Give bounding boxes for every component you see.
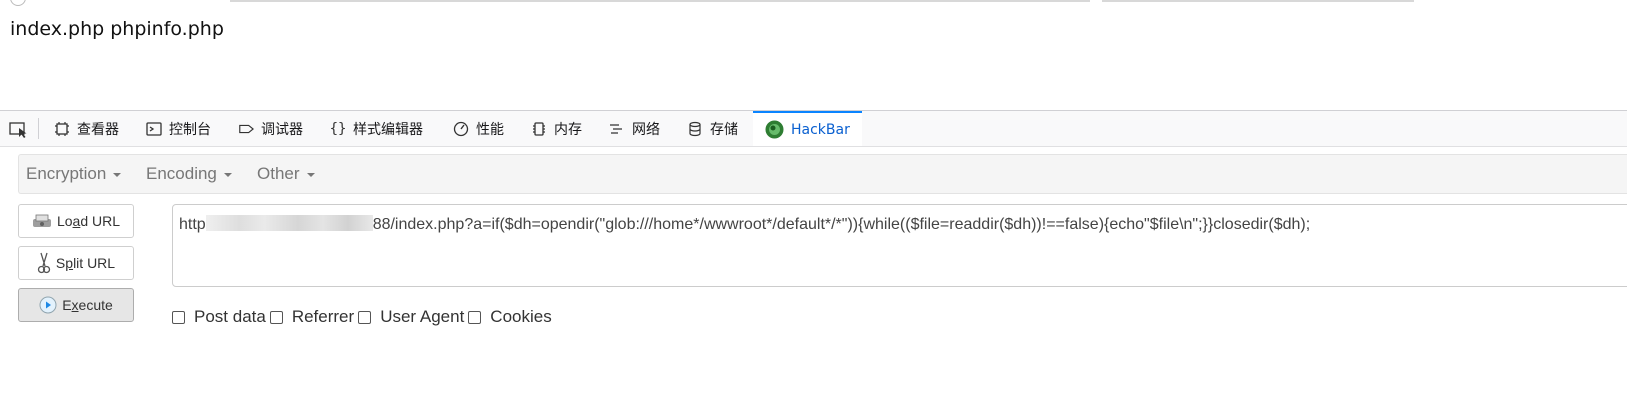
storage-icon bbox=[687, 121, 703, 137]
tab-console-label: 控制台 bbox=[169, 121, 211, 138]
element-picker-icon[interactable] bbox=[8, 120, 30, 138]
browser-top-strip bbox=[0, 0, 1627, 6]
user-agent-checkbox[interactable] bbox=[358, 310, 372, 324]
option-post-data[interactable]: Post data bbox=[172, 307, 266, 327]
cookies-checkbox[interactable] bbox=[468, 310, 482, 324]
performance-icon bbox=[453, 121, 469, 137]
options-row: Post data Referrer User Agent Cookies bbox=[172, 307, 556, 327]
split-url-label: Split URL bbox=[55, 255, 116, 271]
menu-encryption-label: Encryption bbox=[26, 164, 107, 183]
tab-inspector-label: 查看器 bbox=[77, 121, 119, 138]
inspector-icon bbox=[54, 121, 70, 137]
redacted-host bbox=[205, 215, 373, 231]
option-user-agent[interactable]: User Agent bbox=[358, 307, 464, 327]
menu-encoding[interactable]: Encoding bbox=[146, 155, 232, 193]
toolbar-separator bbox=[38, 118, 39, 139]
address-bar-edge bbox=[230, 0, 1090, 2]
menu-encryption[interactable]: Encryption bbox=[26, 155, 122, 193]
referrer-checkbox[interactable] bbox=[269, 310, 283, 324]
devtools-toolbar: 查看器 控制台 调试器 {} 样式编辑器 性能 内存 网络 存储 HackBar bbox=[0, 111, 1627, 147]
hackbar-panel: Encryption Encoding Other Load URL Split… bbox=[0, 147, 1627, 414]
play-icon bbox=[39, 296, 57, 314]
caret-down-icon bbox=[306, 173, 315, 177]
execute-button[interactable]: Execute bbox=[18, 288, 134, 322]
tab-network-label: 网络 bbox=[632, 121, 660, 138]
tab-performance[interactable]: 性能 bbox=[453, 111, 504, 146]
tab-memory[interactable]: 内存 bbox=[531, 111, 582, 146]
caret-down-icon bbox=[223, 173, 232, 177]
caret-down-icon bbox=[113, 173, 122, 177]
load-url-button[interactable]: Load URL bbox=[18, 204, 134, 238]
tab-memory-label: 内存 bbox=[554, 121, 582, 138]
tab-hackbar[interactable]: HackBar bbox=[753, 111, 862, 146]
load-icon bbox=[32, 213, 52, 229]
console-icon bbox=[146, 121, 162, 137]
tab-debugger-label: 调试器 bbox=[261, 121, 303, 138]
tab-style-editor[interactable]: {} 样式编辑器 bbox=[330, 111, 423, 146]
style-editor-icon: {} bbox=[329, 120, 347, 137]
network-icon bbox=[609, 121, 625, 137]
debugger-icon bbox=[238, 121, 254, 137]
tab-style-editor-label: 样式编辑器 bbox=[353, 121, 423, 138]
option-referrer[interactable]: Referrer bbox=[269, 307, 354, 327]
tab-storage-label: 存储 bbox=[710, 121, 738, 138]
memory-icon bbox=[531, 121, 547, 137]
browser-round-button[interactable] bbox=[10, 0, 26, 6]
menu-other[interactable]: Other bbox=[257, 155, 315, 193]
devtools-panel: 查看器 控制台 调试器 {} 样式编辑器 性能 内存 网络 存储 HackBar… bbox=[0, 110, 1627, 414]
menu-other-label: Other bbox=[257, 164, 300, 183]
search-bar-edge bbox=[1102, 0, 1414, 2]
hackbar-icon bbox=[765, 120, 784, 139]
option-cookies[interactable]: Cookies bbox=[468, 307, 552, 327]
tab-console[interactable]: 控制台 bbox=[146, 111, 211, 146]
tab-inspector[interactable]: 查看器 bbox=[54, 111, 119, 146]
execute-label: Execute bbox=[62, 297, 113, 313]
tab-debugger[interactable]: 调试器 bbox=[238, 111, 303, 146]
hackbar-menubar: Encryption Encoding Other bbox=[18, 154, 1627, 194]
tab-network[interactable]: 网络 bbox=[609, 111, 660, 146]
split-url-button[interactable]: Split URL bbox=[18, 246, 134, 280]
url-input[interactable]: http 88/index.php?a=if($dh=opendir("glob:… bbox=[172, 204, 1627, 287]
load-url-label: Load URL bbox=[56, 213, 121, 229]
post-data-checkbox[interactable] bbox=[172, 310, 185, 324]
tab-storage[interactable]: 存储 bbox=[687, 111, 738, 146]
tab-performance-label: 性能 bbox=[476, 121, 504, 138]
menu-encoding-label: Encoding bbox=[146, 164, 217, 183]
scissors-icon bbox=[37, 252, 51, 274]
url-text: http 88/index.php?a=if($dh=opendir("glob:… bbox=[179, 215, 1311, 233]
page-content-text: index.php phpinfo.php bbox=[10, 18, 224, 40]
tab-hackbar-label: HackBar bbox=[791, 121, 850, 138]
